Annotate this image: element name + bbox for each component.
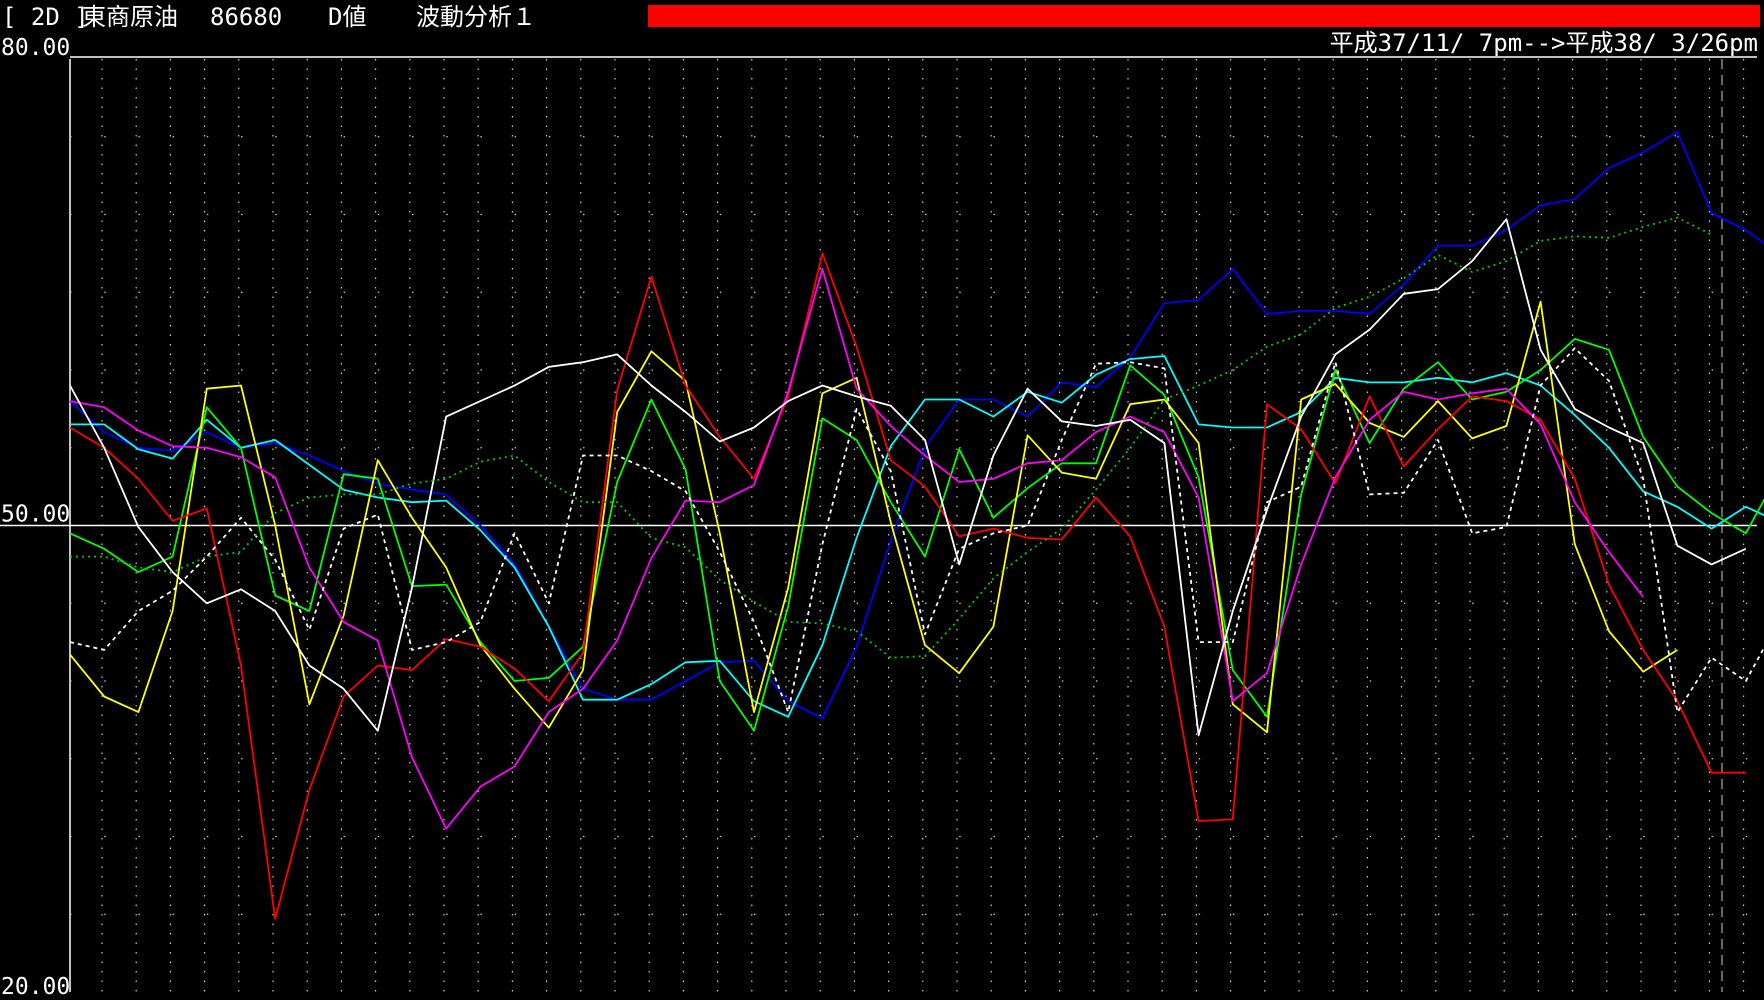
series-line-9 bbox=[70, 216, 1713, 659]
series-line-7 bbox=[69, 218, 1747, 737]
y-tick-label: 20.00 bbox=[1, 974, 70, 1000]
series-line-6 bbox=[69, 267, 1644, 830]
y-tick-label: 50.00 bbox=[1, 502, 70, 528]
y-axis-labels: 80.00 50.00 20.00 bbox=[1, 35, 70, 1000]
series-line-1 bbox=[69, 131, 1764, 720]
series-line-3 bbox=[69, 337, 1764, 732]
oscillator-chart[interactable]: 80.00 50.00 20.00 bbox=[0, 0, 1764, 1000]
y-tick-label: 80.00 bbox=[1, 35, 70, 61]
